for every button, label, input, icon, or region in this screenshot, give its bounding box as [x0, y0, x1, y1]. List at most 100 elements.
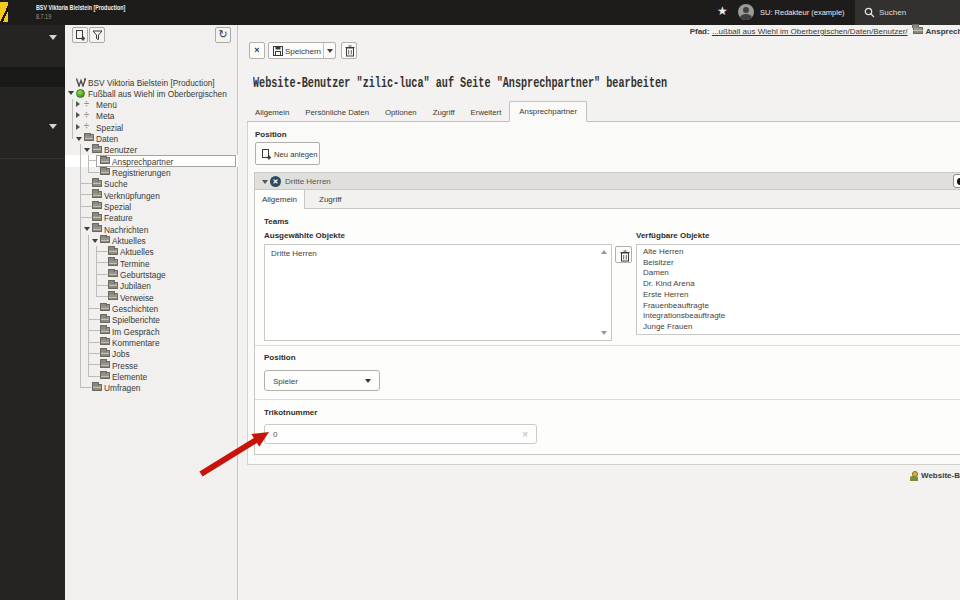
tree-item-spezial[interactable]: ÷Spezial — [65, 121, 238, 132]
list-item[interactable]: Erste Herren — [637, 290, 960, 301]
tree-item-spielberichte[interactable]: Spielberichte — [65, 314, 238, 325]
tab-zugriff[interactable]: Zugriff — [319, 190, 342, 209]
list-item[interactable]: Alte Herren — [637, 247, 960, 258]
folder-icon — [100, 361, 110, 368]
tree-collapse-icon[interactable] — [92, 239, 98, 243]
folder-icon — [100, 372, 110, 379]
tree-item-benutzer[interactable]: Benutzer — [65, 144, 238, 155]
breadcrumb-link[interactable]: ...ußball aus Wiehl im Oberbergischen/Da… — [712, 27, 908, 36]
tab-zugriff[interactable]: Zugriff — [425, 104, 463, 121]
tab-pers-nliche-daten[interactable]: Persönliche Daten — [297, 104, 377, 121]
tab-ansprechpartner[interactable]: Ansprechpartner — [509, 101, 587, 122]
remove-object-button[interactable] — [615, 246, 632, 263]
selected-objects-list[interactable]: Dritte Herren — [264, 244, 612, 341]
tree-item-aktuelles[interactable]: Aktuelles — [65, 246, 238, 257]
tree-item-feature[interactable]: Feature — [65, 212, 238, 223]
tree-expand-icon[interactable] — [76, 112, 80, 118]
tree-expand-icon[interactable] — [76, 124, 80, 130]
close-button[interactable]: × — [249, 42, 265, 59]
delete-button[interactable] — [341, 42, 357, 59]
sidebar-active-item[interactable] — [0, 67, 65, 87]
tree-item-fußball-aus-wiehl-im-oberbergischen[interactable]: Fußball aus Wiehl im Oberbergischen — [65, 87, 238, 98]
breadcrumb: Pfad: ...ußball aus Wiehl im Oberbergisc… — [690, 27, 960, 36]
tree-item-suche[interactable]: Suche — [65, 178, 238, 189]
new-page-button[interactable] — [72, 27, 88, 43]
list-item[interactable]: Integrationsbeauftragte — [637, 311, 960, 322]
drag-handle[interactable] — [953, 174, 960, 188]
tree-item-meta[interactable]: ÷Meta — [65, 110, 238, 121]
remove-circle-icon[interactable]: ✕ — [270, 176, 281, 187]
tab-allgemein[interactable]: Allgemein — [247, 104, 297, 121]
group-title: Dritte Herren — [285, 177, 331, 186]
tree-guide-line — [88, 308, 101, 309]
user-avatar-icon[interactable] — [738, 4, 754, 20]
search-button[interactable]: Suchen — [855, 0, 960, 25]
tree-collapse-icon[interactable] — [68, 91, 74, 95]
tab-optionen[interactable]: Optionen — [377, 104, 425, 121]
list-item[interactable]: Dr. Kind Arena — [637, 279, 960, 290]
position-select[interactable]: Spieler — [264, 370, 380, 391]
refresh-button[interactable]: ↻ — [215, 27, 231, 43]
tree-item-nachrichten[interactable]: Nachrichten — [65, 223, 238, 234]
new-entry-button[interactable]: Neu anlegen — [255, 142, 320, 165]
tree-item-presse[interactable]: Presse — [65, 359, 238, 370]
user-label[interactable]: SU: Redakteur (example) — [760, 8, 845, 17]
scroll-down-icon[interactable] — [601, 331, 607, 335]
tree-item-aktuelles[interactable]: Aktuelles — [65, 235, 238, 246]
chevron-down-icon[interactable] — [49, 35, 57, 40]
site-globe-icon — [76, 89, 85, 98]
star-icon[interactable]: ★ — [717, 4, 728, 19]
list-item[interactable]: Dritte Herren — [271, 249, 317, 258]
tree-guide-line — [80, 167, 81, 178]
tree-item-registrierungen[interactable]: Registrierungen — [65, 167, 238, 178]
tree-item-verknüpfungen[interactable]: Verknüpfungen — [65, 189, 238, 200]
tree-item-geburtstage[interactable]: Geburtstage — [65, 269, 238, 280]
tree-collapse-icon[interactable] — [76, 137, 82, 141]
list-item[interactable]: Damen — [637, 268, 960, 279]
folder-icon — [100, 168, 110, 175]
folder-icon — [92, 225, 102, 232]
tab-allgemein[interactable]: Allgemein — [255, 190, 305, 209]
new-entry-icon — [261, 149, 272, 160]
tree-item-elemente[interactable]: Elemente — [65, 371, 238, 382]
tree-item-daten[interactable]: Daten — [65, 133, 238, 144]
tree-item-ansprechpartner[interactable]: Ansprechpartner — [65, 155, 238, 166]
tab-erweitert[interactable]: Erweitert — [463, 104, 510, 121]
tree-expand-icon[interactable] — [76, 101, 80, 107]
save-button[interactable]: Speichern — [268, 42, 336, 59]
app-version: 8.7.19 — [36, 13, 51, 20]
tree-item-termine[interactable]: Termine — [65, 257, 238, 268]
tree-collapse-icon[interactable] — [84, 148, 90, 152]
clear-icon[interactable]: × — [522, 429, 528, 440]
tree-item-label: Fußball aus Wiehl im Oberbergischen — [88, 89, 227, 99]
tree-item-bsv-viktoria-bielstein-production-[interactable]: BSV Viktoria Bielstein [Production] — [65, 76, 238, 87]
list-item[interactable]: Frauenbeauftragte — [637, 301, 960, 312]
tree-item-spezial[interactable]: Spezial — [65, 201, 238, 212]
chevron-down-icon[interactable] — [262, 180, 268, 184]
tree-item-kommentare[interactable]: Kommentare — [65, 337, 238, 348]
tree-panel: ↻ BSV Viktoria Bielstein [Production] Fuß… — [65, 25, 238, 600]
group-header[interactable]: ✕ Dritte Herren — [255, 173, 960, 190]
tree-item-verweise[interactable]: Verweise — [65, 291, 238, 302]
filter-button[interactable] — [89, 27, 105, 43]
chevron-down-icon[interactable] — [327, 49, 333, 53]
trikotnummer-input[interactable]: 0 × — [264, 424, 537, 444]
folder-icon — [92, 180, 102, 187]
available-objects-list[interactable]: Alte HerrenBeisitzerDamenDr. Kind ArenaE… — [636, 244, 960, 335]
tree-item-jubiläen[interactable]: Jubiläen — [65, 280, 238, 291]
tab-panel: Position Neu anlegen ✕ Dritte Herren All… — [247, 122, 960, 465]
tree-guide-line — [80, 223, 81, 234]
tree-item-im-gespräch[interactable]: Im Gespräch — [65, 325, 238, 336]
list-item[interactable]: Junge Frauen — [637, 322, 960, 333]
list-item[interactable]: Beisitzer — [637, 258, 960, 269]
tree-item-umfragen[interactable]: Umfragen — [65, 382, 238, 393]
scroll-up-icon[interactable] — [601, 250, 607, 254]
new-page-icon — [75, 30, 86, 41]
tree-item-geschichten[interactable]: Geschichten — [65, 303, 238, 314]
tree-item-jobs[interactable]: Jobs — [65, 348, 238, 359]
tree-item-label: Ansprechpartner — [112, 157, 173, 167]
chevron-down-icon[interactable] — [49, 124, 57, 129]
folder-icon — [108, 259, 118, 266]
tree-collapse-icon[interactable] — [84, 227, 90, 231]
tree-item-menü[interactable]: ÷Menü — [65, 99, 238, 110]
